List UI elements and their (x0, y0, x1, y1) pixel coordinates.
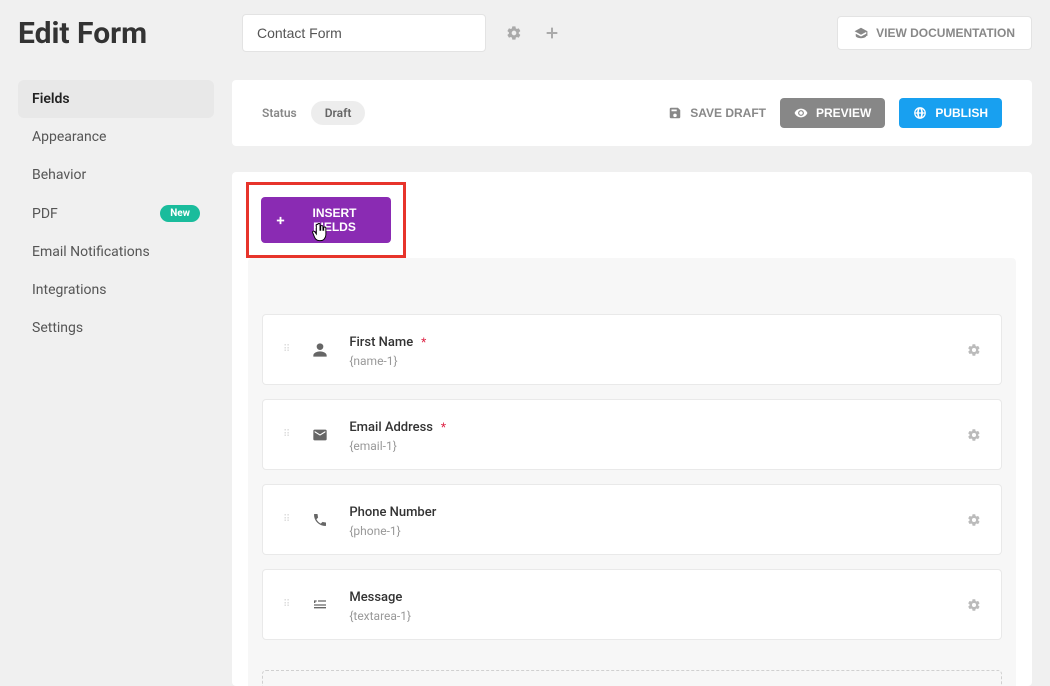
top-bar: Edit Form VIEW DOCUMENTATION (0, 0, 1050, 62)
insert-fields-dropzone[interactable]: INSERT FIELDS (262, 670, 1002, 686)
publish-label: PUBLISH (935, 106, 988, 120)
gear-icon[interactable] (967, 343, 981, 357)
field-key: {name-1} (349, 354, 947, 368)
sidebar-item-label: Settings (32, 320, 83, 336)
sidebar-item-label: Integrations (32, 282, 106, 298)
insert-fields-label: INSERT FIELDS (292, 206, 377, 234)
drag-handle-icon[interactable]: ⠿ (283, 432, 291, 438)
globe-icon (913, 106, 927, 120)
mail-icon (311, 427, 329, 443)
sidebar-item-settings[interactable]: Settings (18, 309, 214, 347)
preview-button[interactable]: PREVIEW (780, 98, 885, 128)
doc-button-label: VIEW DOCUMENTATION (876, 26, 1015, 40)
field-label: Email Address (349, 420, 433, 435)
sidebar-item-label: Appearance (32, 129, 106, 145)
academic-cap-icon (854, 26, 868, 40)
gear-icon[interactable] (967, 598, 981, 612)
field-key: {textarea-1} (349, 609, 947, 623)
cursor-hand-icon (311, 223, 329, 245)
required-star: * (441, 420, 446, 434)
sidebar: Fields Appearance Behavior PDF New Email… (0, 62, 228, 686)
field-label: First Name (349, 335, 413, 350)
save-draft-button[interactable]: SAVE DRAFT (668, 106, 766, 120)
drag-handle-icon[interactable]: ⠿ (283, 347, 291, 353)
sidebar-item-label: Email Notifications (32, 244, 150, 260)
save-icon (668, 106, 682, 120)
plus-icon (275, 215, 286, 226)
sidebar-item-pdf[interactable]: PDF New (18, 194, 214, 233)
page-title: Edit Form (18, 16, 228, 51)
sidebar-item-label: Fields (32, 91, 70, 107)
status-badge: Draft (311, 101, 366, 125)
status-panel: Status Draft SAVE DRAFT PREVIEW (232, 80, 1032, 146)
field-key: {email-1} (349, 439, 947, 453)
form-name-input[interactable] (242, 14, 486, 52)
insert-fields-highlight: INSERT FIELDS (246, 182, 406, 258)
textarea-icon (311, 597, 329, 613)
publish-button[interactable]: PUBLISH (899, 98, 1002, 128)
user-icon (311, 342, 329, 358)
sidebar-item-email-notifications[interactable]: Email Notifications (18, 233, 214, 271)
status-label: Status (262, 106, 297, 120)
field-card[interactable]: ⠿ Phone Number {phone-1} (262, 484, 1002, 555)
field-card[interactable]: ⠿ First Name * {name-1} (262, 314, 1002, 385)
field-list: ⠿ First Name * {name-1} (262, 314, 1002, 640)
preview-label: PREVIEW (816, 106, 871, 120)
sidebar-item-appearance[interactable]: Appearance (18, 118, 214, 156)
drag-handle-icon[interactable]: ⠿ (283, 602, 291, 608)
view-documentation-button[interactable]: VIEW DOCUMENTATION (837, 16, 1032, 50)
field-card[interactable]: ⠿ Message {textarea-1} (262, 569, 1002, 640)
eye-icon (794, 106, 808, 120)
drag-handle-icon[interactable]: ⠿ (283, 517, 291, 523)
gear-icon[interactable] (967, 513, 981, 527)
field-card[interactable]: ⠿ Email Address * {email-1} (262, 399, 1002, 470)
sidebar-item-label: PDF (32, 206, 58, 222)
field-label: Message (349, 590, 402, 605)
phone-icon (311, 512, 329, 528)
form-name-group (242, 14, 562, 52)
sidebar-item-integrations[interactable]: Integrations (18, 271, 214, 309)
gear-icon[interactable] (504, 23, 524, 43)
save-draft-label: SAVE DRAFT (690, 106, 766, 120)
field-label: Phone Number (349, 505, 436, 520)
fields-panel: INSERT FIELDS ⠿ (232, 172, 1032, 686)
new-badge: New (160, 205, 200, 222)
field-key: {phone-1} (349, 524, 947, 538)
plus-icon[interactable] (542, 23, 562, 43)
sidebar-item-fields[interactable]: Fields (18, 80, 214, 118)
gear-icon[interactable] (967, 428, 981, 442)
sidebar-item-behavior[interactable]: Behavior (18, 156, 214, 194)
sidebar-item-label: Behavior (32, 167, 86, 183)
required-star: * (421, 335, 426, 349)
